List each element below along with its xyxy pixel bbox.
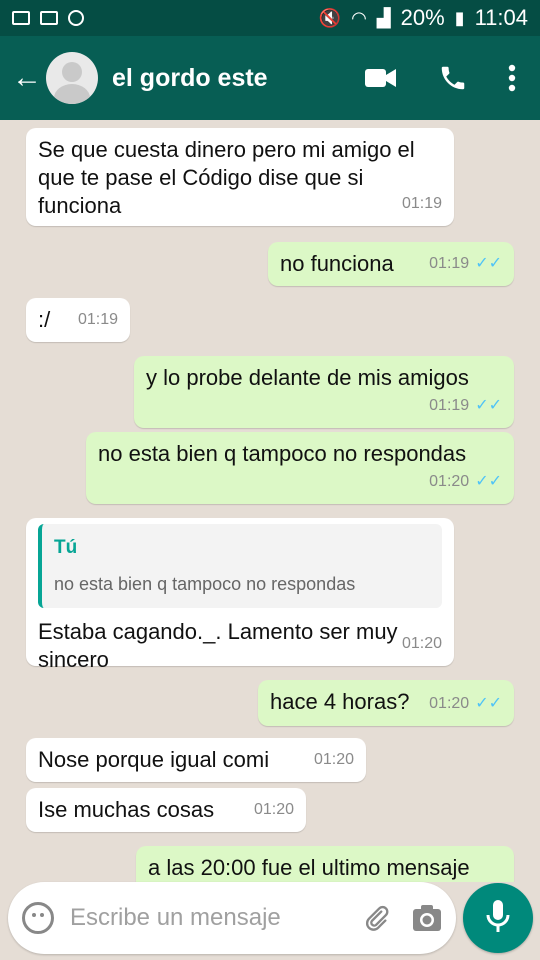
quote-text: no esta bien q tampoco no respondas (54, 574, 356, 594)
microphone-icon (485, 899, 511, 938)
gallery-icon (12, 11, 30, 25)
message-text: :/ (38, 307, 51, 332)
video-call-icon[interactable] (364, 66, 398, 90)
message-time: 01:19 (401, 195, 442, 212)
message-bubble[interactable]: a las 20:00 fue el ultimo mensaje (136, 846, 514, 882)
message-bubble[interactable]: hace 4 horas? 01:20 ✓✓ (258, 680, 514, 726)
message-text: Nose porque igual comi (38, 747, 270, 772)
message-bubble-with-reply[interactable]: Tú no esta bien q tampoco no respondas E… (26, 518, 454, 672)
message-bubble[interactable]: no funciona 01:19 ✓✓ (268, 242, 514, 286)
message-text: Ise muchas cosas (38, 797, 215, 822)
clock: 11:04 (474, 5, 528, 30)
phone-call-icon[interactable] (438, 63, 468, 93)
mic-button[interactable] (463, 883, 533, 953)
message-text: no funciona (280, 251, 394, 276)
message-bubble[interactable]: no esta bien q tampoco no respondas 01:2… (86, 432, 514, 504)
chat-header: ← el gordo este (0, 36, 540, 120)
message-text: no esta bien q tampoco no respondas (98, 441, 467, 466)
read-receipt-icon: ✓✓ (475, 255, 502, 272)
notification-icons (12, 10, 84, 26)
read-receipt-icon: ✓✓ (475, 695, 502, 712)
message-text: Estaba cagando._. Lamento ser muy sincer… (38, 619, 398, 672)
message-time: 01:20 (429, 473, 470, 490)
message-input[interactable]: Escribe un mensaje (70, 904, 340, 932)
emoji-icon[interactable] (22, 902, 54, 934)
mute-icon: 🔇 (318, 7, 342, 28)
message-text: Se que cuesta dinero pero mi amigo el qu… (38, 137, 415, 218)
message-time: 01:19 (77, 311, 118, 328)
message-time: 01:20 (429, 695, 470, 712)
message-bubble[interactable]: Se que cuesta dinero pero mi amigo el qu… (26, 128, 454, 226)
wifi-icon: ◠ (351, 7, 367, 28)
camera-icon[interactable] (412, 904, 442, 932)
quoted-message[interactable]: Tú no esta bien q tampoco no respondas (38, 524, 442, 608)
battery-percent: 20% (400, 5, 445, 30)
quote-author: Tú (54, 537, 78, 558)
message-time: 01:19 (429, 397, 470, 414)
status-bar: 🔇 ◠ ▟ 20% ▮ 11:04 (0, 0, 540, 36)
read-receipt-icon: ✓✓ (475, 473, 502, 490)
message-bubble[interactable]: Nose porque igual comi 01:20 (26, 738, 366, 782)
message-text: hace 4 horas? (270, 689, 410, 714)
attach-icon[interactable] (362, 903, 390, 933)
message-bubble[interactable]: y lo probe delante de mis amigos 01:19 ✓✓ (134, 356, 514, 428)
more-options-icon[interactable] (508, 64, 516, 92)
signal-icon: ▟ (376, 7, 391, 28)
battery-icon: ▮ (454, 7, 465, 28)
message-text: y lo probe delante de mis amigos (146, 365, 469, 390)
message-time: 01:19 (429, 255, 470, 272)
read-receipt-icon: ✓✓ (475, 397, 502, 414)
message-time: 01:20 (253, 801, 294, 818)
message-bubble[interactable]: Ise muchas cosas 01:20 (26, 788, 306, 832)
avatar[interactable] (46, 52, 98, 104)
video-icon (40, 11, 58, 25)
back-arrow-icon[interactable]: ← (12, 61, 46, 95)
whatsapp-notification-icon (68, 10, 84, 26)
message-time: 01:20 (401, 635, 442, 652)
message-text: a las 20:00 fue el ultimo mensaje (148, 855, 470, 880)
message-bubble[interactable]: :/ 01:19 (26, 298, 130, 342)
chat-area[interactable]: Se que cuesta dinero pero mi amigo el qu… (0, 120, 540, 882)
message-time: 01:20 (313, 751, 354, 768)
message-composer[interactable]: Escribe un mensaje (8, 882, 456, 954)
contact-name[interactable]: el gordo este (112, 64, 364, 93)
